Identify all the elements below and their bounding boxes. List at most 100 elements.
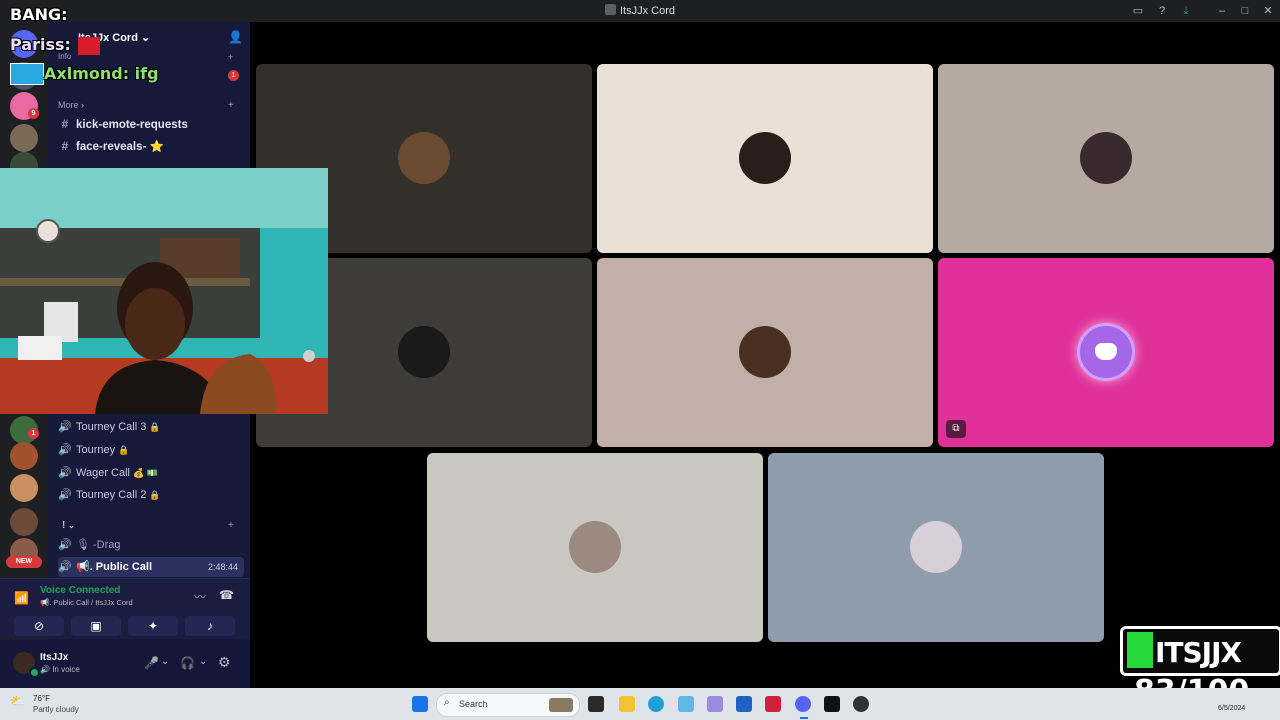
discord-logo-icon	[1080, 326, 1132, 378]
voice-channel-tourney[interactable]: 🔊 Tourney 🔒	[58, 440, 244, 460]
server-icon[interactable]	[10, 508, 38, 536]
chevron-down-icon[interactable]: ⌄	[161, 656, 169, 667]
overlay-game-icon	[10, 63, 44, 85]
user-panel: ItsJJx 🔊 In voice 🎤 ⌄ 🎧 ⌄ ⚙	[0, 640, 250, 688]
inbox-icon[interactable]: ▭	[1130, 3, 1146, 19]
discord-icon[interactable]	[795, 696, 811, 712]
search-placeholder: Search	[459, 699, 488, 709]
participant-avatar	[739, 326, 791, 378]
hash-icon: #	[61, 119, 69, 131]
unread-badge: 1	[28, 428, 39, 439]
download-icon[interactable]: ⤓	[1178, 3, 1194, 19]
voice-connected-panel: 📶 Voice Connected 📢. Public Call / ItsJJ…	[0, 578, 250, 639]
taskbar-search[interactable]: ⌕ Search	[436, 693, 580, 717]
overlay-label-bang: BANG:	[10, 5, 68, 24]
status-dot	[29, 667, 40, 678]
hash-icon: #	[61, 141, 69, 153]
microsoft-store-icon[interactable]	[736, 696, 752, 712]
add-channel-icon[interactable]: +	[228, 100, 234, 111]
app-icon	[604, 4, 616, 15]
microphone-icon[interactable]: 🎤	[144, 656, 159, 670]
category-bang[interactable]: ! ⌄	[62, 520, 75, 531]
participant-tile[interactable]	[938, 64, 1274, 253]
voice-location: 📢. Public Call / ItsJJx Cord	[40, 598, 133, 607]
participant-avatar	[569, 521, 621, 573]
overlay-label-pariss: Pariss:	[10, 35, 71, 54]
tray-date[interactable]: 6/5/2024	[1218, 705, 1245, 712]
participant-avatar	[910, 521, 962, 573]
search-icon: ⌕	[444, 697, 450, 708]
participant-tile[interactable]	[597, 258, 933, 447]
chevron-down-icon[interactable]: ⌄	[199, 656, 207, 667]
camera-off-button[interactable]: ⊘	[14, 616, 64, 636]
brand-k-icon	[1127, 632, 1153, 668]
channel-face-reveals[interactable]: # face-reveals- ⭐	[58, 137, 244, 157]
file-explorer-icon[interactable]	[619, 696, 635, 712]
speaker-icon: 🔊	[58, 444, 72, 456]
participant-avatar	[398, 132, 450, 184]
settings-gear-icon[interactable]: ⚙	[218, 654, 231, 671]
speaker-icon: 🔊	[58, 467, 72, 479]
participant-avatar	[398, 326, 450, 378]
participant-tile[interactable]	[768, 453, 1104, 642]
server-icon[interactable]	[10, 124, 38, 152]
webcam-scene	[0, 168, 328, 414]
speaker-icon: 🔊	[58, 421, 72, 433]
username: ItsJJx	[40, 652, 69, 663]
streamer-webcam	[0, 168, 328, 414]
window-titlebar: ItsJJx Cord ▭ ? ⤓ – □ ✕	[0, 0, 1280, 22]
epic-games-icon[interactable]	[824, 696, 840, 712]
search-highlight-icon	[549, 698, 573, 712]
voice-channel-tourney-call-2[interactable]: 🔊 Tourney Call 2 🔒	[58, 485, 244, 505]
category-more[interactable]: More ›	[58, 100, 84, 110]
voice-channel-drag[interactable]: 🔊 🎙 -Drag	[58, 535, 244, 555]
activities-button[interactable]: ✦	[128, 616, 178, 636]
participant-tile-inner: ⧉	[938, 258, 1274, 447]
participant-tile[interactable]: ⧉	[938, 258, 1274, 447]
participant-avatar	[739, 132, 791, 184]
soundboard-button[interactable]: ♪	[185, 616, 235, 636]
participant-avatar	[1080, 132, 1132, 184]
app-icon[interactable]	[765, 696, 781, 712]
server-icon[interactable]	[10, 474, 38, 502]
noise-suppression-icon[interactable]: 〰	[194, 588, 206, 605]
chevron-right-icon: ›	[81, 100, 85, 110]
unread-badge: 9	[28, 108, 39, 119]
screen-share-icon[interactable]: ⧉	[946, 420, 966, 438]
headphones-icon[interactable]: 🎧	[180, 656, 195, 670]
signal-icon[interactable]: 📶	[14, 591, 29, 605]
minimize-button[interactable]: –	[1214, 3, 1230, 19]
app-icon[interactable]	[678, 696, 694, 712]
channel-kick-emote-requests[interactable]: # kick-emote-requests	[58, 115, 244, 135]
user-status: 🔊 In voice	[40, 665, 80, 674]
speaker-icon: 🔊	[58, 489, 72, 501]
windows-taskbar: ⛅ 76°F Partly cloudy ⌕ Search 6/5/2024	[0, 688, 1280, 720]
add-channel-icon[interactable]: +	[228, 520, 234, 531]
mention-badge: 1	[228, 70, 239, 81]
speaker-icon: 🔊	[58, 539, 72, 551]
edge-browser-icon[interactable]	[648, 696, 664, 712]
participant-tile[interactable]	[427, 453, 763, 642]
windows-start-icon[interactable]	[412, 696, 428, 712]
voice-status[interactable]: Voice Connected	[40, 585, 120, 596]
channel-brand-logo: ITSJJX	[1120, 626, 1280, 676]
weather-icon[interactable]: ⛅	[10, 694, 25, 708]
app-icon[interactable]	[853, 696, 869, 712]
disconnect-icon[interactable]: ☎	[219, 588, 234, 602]
participant-tile[interactable]	[597, 64, 933, 253]
help-icon[interactable]: ?	[1154, 3, 1170, 19]
add-icon[interactable]: +	[228, 52, 233, 62]
overlay-badge-icon	[78, 37, 100, 55]
voice-channel-public-call[interactable]: 🔊 📢. Public Call 2:48:44	[58, 557, 244, 577]
screen-share-button[interactable]: ▣	[71, 616, 121, 636]
voice-channel-wager-call[interactable]: 🔊 Wager Call 💰 💵	[58, 463, 244, 483]
maximize-button[interactable]: □	[1237, 3, 1253, 19]
server-icon[interactable]	[10, 442, 38, 470]
close-button[interactable]: ✕	[1260, 3, 1276, 19]
add-member-icon[interactable]: 👤	[228, 30, 243, 44]
voice-channel-tourney-call-3[interactable]: 🔊 Tourney Call 3 🔒	[58, 417, 244, 437]
active-app-indicator	[800, 717, 808, 719]
weather-temp[interactable]: 76°F	[33, 694, 50, 703]
app-icon[interactable]	[707, 696, 723, 712]
task-view-icon[interactable]	[588, 696, 604, 712]
